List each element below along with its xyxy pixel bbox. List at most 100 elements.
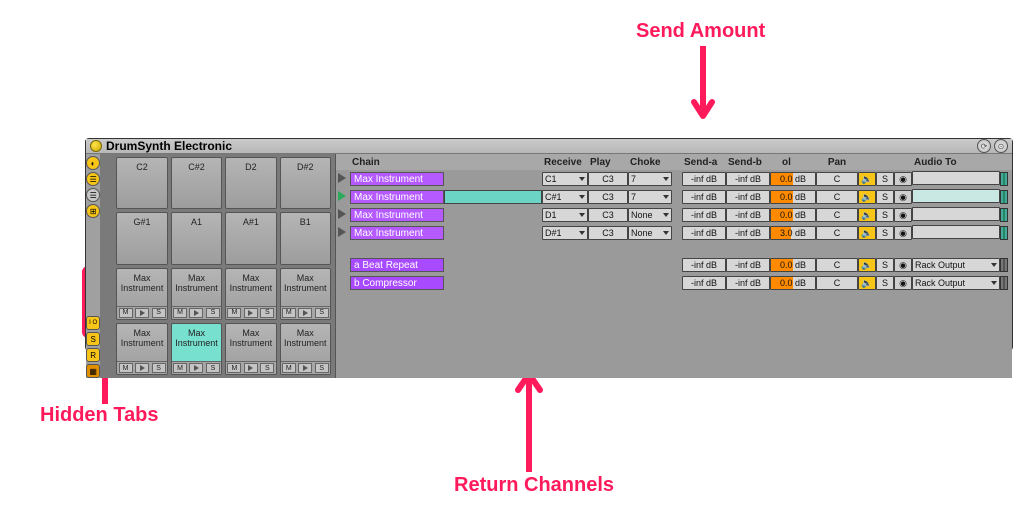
chain-name[interactable]: Max Instrument: [350, 208, 444, 222]
pad-mute[interactable]: M: [282, 363, 296, 373]
show-macros-toggle[interactable]: ◐: [86, 156, 100, 170]
receive-dropdown[interactable]: D1: [542, 208, 588, 222]
chain-name[interactable]: Max Instrument: [350, 226, 444, 240]
speaker-icon[interactable]: 🔈: [858, 190, 876, 204]
pad-play-icon[interactable]: [189, 363, 203, 373]
play-note-field[interactable]: C3: [588, 172, 628, 186]
pad-mute[interactable]: M: [173, 363, 187, 373]
volume-field[interactable]: 3.0 dB: [770, 226, 816, 240]
pad-dsharp2[interactable]: D#2: [280, 157, 331, 209]
pad-c2[interactable]: C2: [116, 157, 167, 209]
volume-field[interactable]: 0.0 dB: [770, 190, 816, 204]
solo-button[interactable]: S: [876, 276, 894, 290]
return-chain-row[interactable]: a Beat Repeat-inf dB-inf dB0.0 dBC🔈S◉Rac…: [336, 256, 1012, 274]
pad-play-icon[interactable]: [135, 363, 149, 373]
pad-play-icon[interactable]: [244, 308, 258, 318]
pad-instrument-g1[interactable]: Max InstrumentMS: [280, 268, 331, 320]
pad-solo[interactable]: S: [152, 363, 166, 373]
pad-solo[interactable]: S: [206, 308, 220, 318]
device-save-icon[interactable]: ⟳: [977, 139, 991, 153]
solo-button[interactable]: S: [876, 172, 894, 186]
show-devices-toggle[interactable]: ☰: [86, 172, 100, 186]
pad-solo[interactable]: S: [260, 308, 274, 318]
audio-to-field[interactable]: [912, 171, 1000, 185]
pad-solo[interactable]: S: [315, 363, 329, 373]
send-b-field[interactable]: -inf dB: [726, 172, 770, 186]
pad-instrument-e1[interactable]: Max InstrumentMS: [116, 268, 167, 320]
pad-d2[interactable]: D2: [225, 157, 276, 209]
device-activator-icon[interactable]: [90, 140, 102, 152]
receive-dropdown[interactable]: D#1: [542, 226, 588, 240]
chain-name[interactable]: Max Instrument: [350, 172, 444, 186]
solo-button[interactable]: S: [876, 226, 894, 240]
pad-play-icon[interactable]: [298, 363, 312, 373]
pad-asharp1[interactable]: A#1: [225, 212, 276, 264]
chain-row[interactable]: Max InstrumentC1C37-inf dB-inf dB0.0 dBC…: [336, 170, 1012, 188]
chain-name[interactable]: Max Instrument: [350, 190, 444, 204]
pad-play-icon[interactable]: [298, 308, 312, 318]
pad-instrument-fsharp1[interactable]: Max InstrumentMS: [225, 268, 276, 320]
sends-toggle[interactable]: S: [86, 332, 100, 346]
audio-to-field[interactable]: [912, 189, 1000, 203]
hotswap-icon[interactable]: ◉: [894, 190, 912, 204]
chain-play-icon[interactable]: [338, 209, 346, 219]
auto-select-toggle[interactable]: ▦: [86, 364, 100, 378]
chain-play-icon[interactable]: [338, 227, 346, 237]
pad-instrument-dsharp1[interactable]: Max InstrumentMS: [280, 323, 331, 375]
audio-to-field[interactable]: [912, 225, 1000, 239]
pad-mute[interactable]: M: [119, 308, 133, 318]
volume-field[interactable]: 0.0 dB: [770, 276, 816, 290]
solo-button[interactable]: S: [876, 258, 894, 272]
volume-field[interactable]: 0.0 dB: [770, 208, 816, 222]
pan-field[interactable]: C: [816, 208, 858, 222]
play-note-field[interactable]: C3: [588, 190, 628, 204]
pad-instrument-f1[interactable]: Max InstrumentMS: [171, 268, 222, 320]
choke-dropdown[interactable]: 7: [628, 172, 672, 186]
speaker-icon[interactable]: 🔈: [858, 208, 876, 222]
send-b-field[interactable]: -inf dB: [726, 258, 770, 272]
choke-dropdown[interactable]: None: [628, 208, 672, 222]
hotswap-icon[interactable]: ◉: [894, 258, 912, 272]
pan-field[interactable]: C: [816, 258, 858, 272]
returns-toggle[interactable]: R: [86, 348, 100, 362]
pan-field[interactable]: C: [816, 276, 858, 290]
pad-a1[interactable]: A1: [171, 212, 222, 264]
hotswap-icon[interactable]: ◉: [894, 276, 912, 290]
audio-to-dropdown[interactable]: Rack Output: [912, 276, 1000, 290]
pad-b1[interactable]: B1: [280, 212, 331, 264]
pad-instrument-d1[interactable]: Max InstrumentMS: [225, 323, 276, 375]
hotswap-icon[interactable]: ◉: [894, 226, 912, 240]
play-note-field[interactable]: C3: [588, 226, 628, 240]
send-a-field[interactable]: -inf dB: [682, 258, 726, 272]
speaker-icon[interactable]: 🔈: [858, 226, 876, 240]
return-chain-name[interactable]: a Beat Repeat: [350, 258, 444, 272]
solo-button[interactable]: S: [876, 208, 894, 222]
send-b-field[interactable]: -inf dB: [726, 226, 770, 240]
choke-dropdown[interactable]: None: [628, 226, 672, 240]
send-a-field[interactable]: -inf dB: [682, 172, 726, 186]
pad-mute[interactable]: M: [282, 308, 296, 318]
pad-solo[interactable]: S: [260, 363, 274, 373]
speaker-icon[interactable]: 🔈: [858, 258, 876, 272]
chain-row[interactable]: Max InstrumentD#1C3None-inf dB-inf dB3.0…: [336, 224, 1012, 242]
io-toggle[interactable]: I O: [86, 316, 100, 330]
hotswap-icon[interactable]: ◉: [894, 172, 912, 186]
pad-gsharp1[interactable]: G#1: [116, 212, 167, 264]
speaker-icon[interactable]: 🔈: [858, 276, 876, 290]
pan-field[interactable]: C: [816, 190, 858, 204]
pad-play-icon[interactable]: [135, 308, 149, 318]
pad-instrument-csharp1-selected[interactable]: Max InstrumentMS: [171, 323, 222, 375]
play-note-field[interactable]: C3: [588, 208, 628, 222]
send-b-field[interactable]: -inf dB: [726, 208, 770, 222]
device-titlebar[interactable]: DrumSynth Electronic ⟳ ⊙: [86, 139, 1012, 154]
pad-play-icon[interactable]: [189, 308, 203, 318]
chain-play-icon[interactable]: [338, 173, 346, 183]
pad-instrument-c1[interactable]: Max InstrumentMS: [116, 323, 167, 375]
volume-field[interactable]: 0.0 dB: [770, 258, 816, 272]
chain-play-icon[interactable]: [338, 191, 346, 201]
receive-dropdown[interactable]: C1: [542, 172, 588, 186]
send-a-field[interactable]: -inf dB: [682, 226, 726, 240]
pad-solo[interactable]: S: [206, 363, 220, 373]
device-hotswap-icon[interactable]: ⊙: [994, 139, 1008, 153]
pan-field[interactable]: C: [816, 172, 858, 186]
